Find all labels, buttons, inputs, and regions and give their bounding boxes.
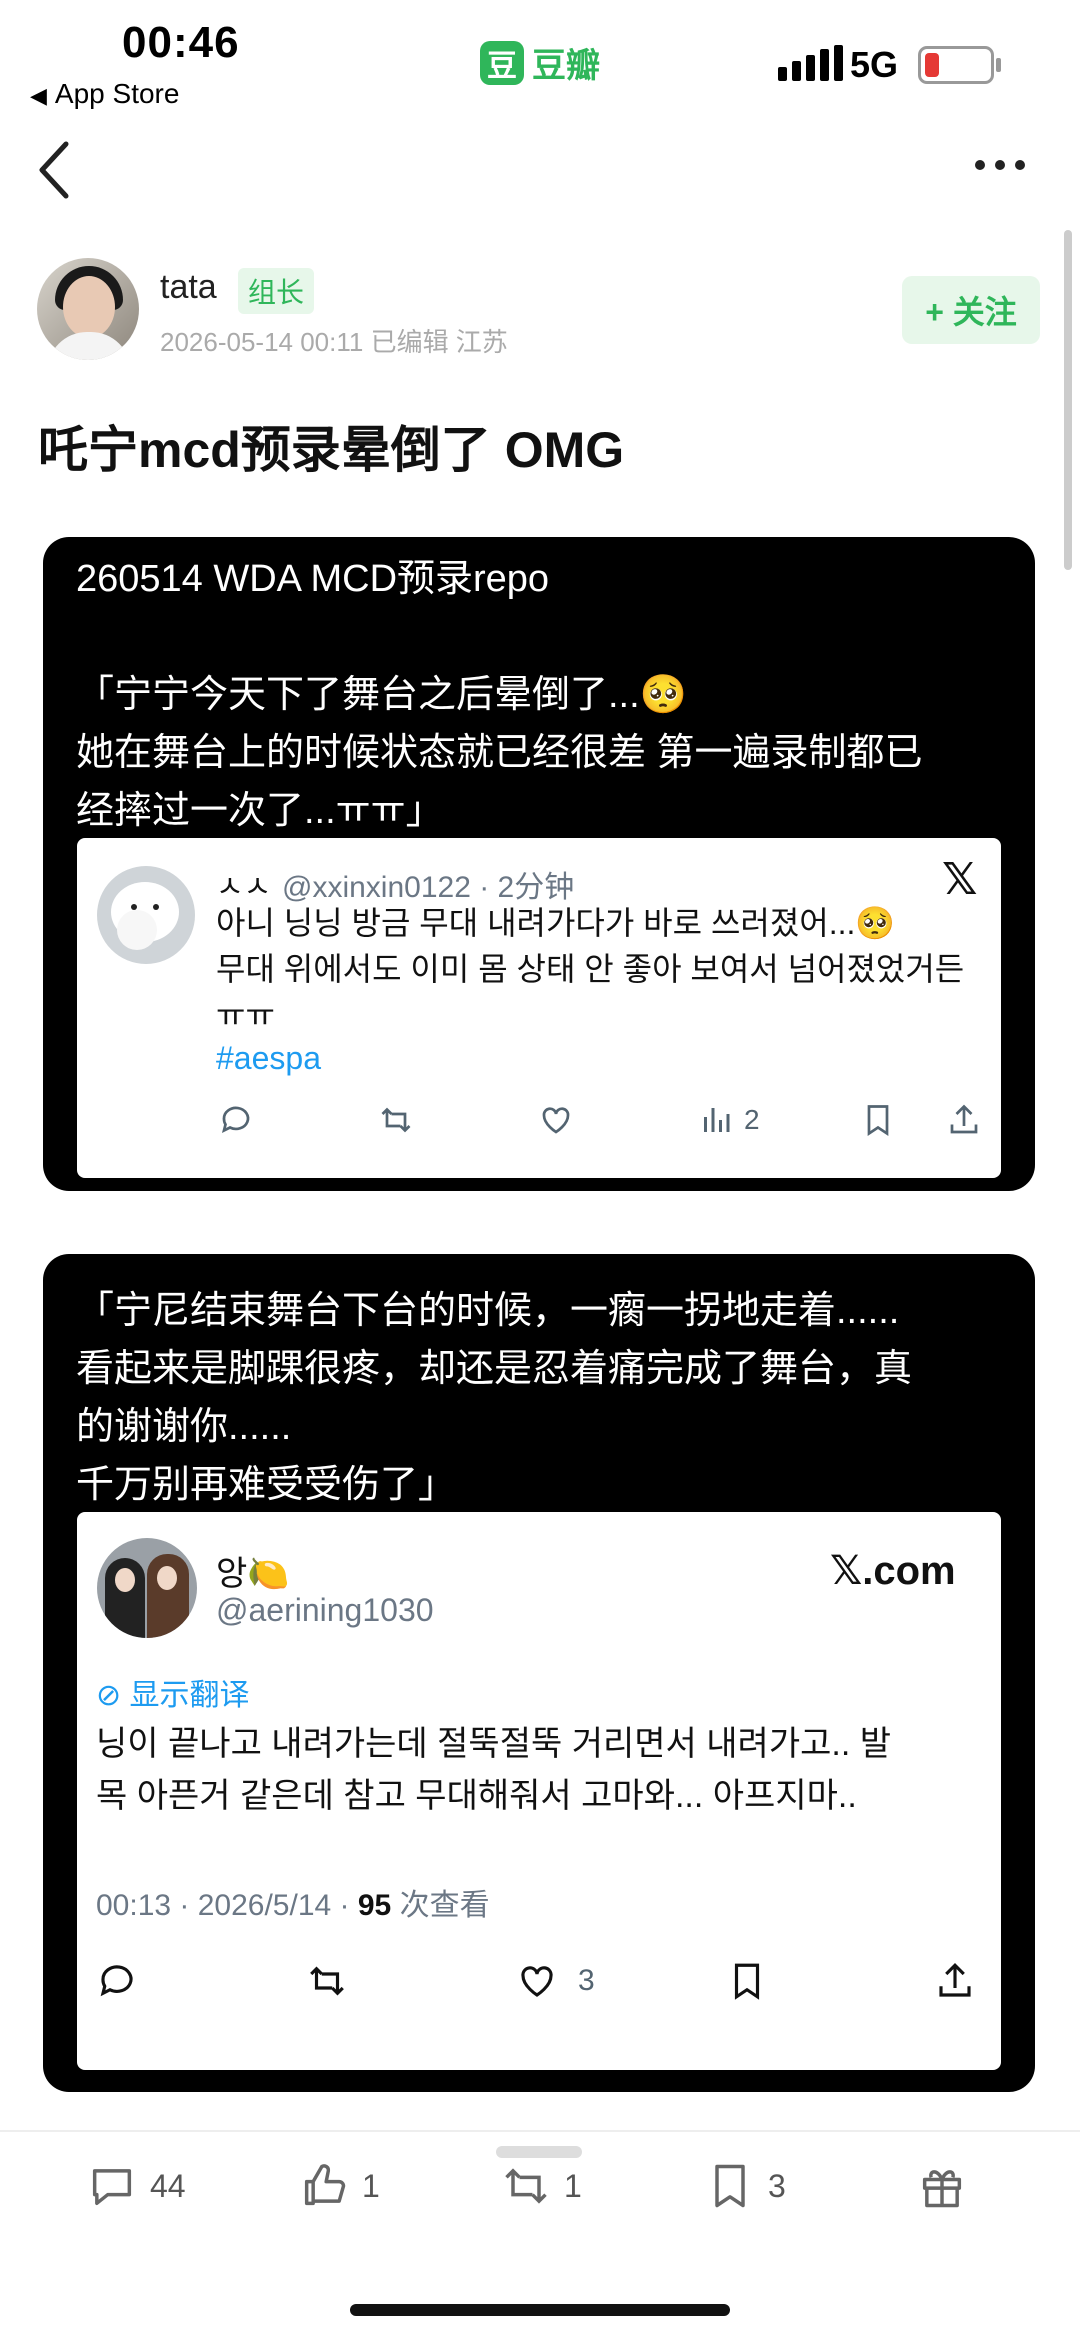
back-arrow-icon[interactable]	[36, 140, 72, 200]
more-options-icon[interactable]	[975, 160, 1025, 170]
tweet-2-like-count: 3	[578, 1964, 595, 1997]
author-avatar[interactable]	[37, 258, 139, 360]
tweet-1-hashtag: #aespa	[216, 1040, 321, 1076]
share-icon	[939, 1963, 971, 1997]
gift-icon	[922, 2170, 962, 2208]
tweet-2-meta: 00:13 · 2026/5/14 · 95 次查看	[96, 1880, 490, 1924]
reshare-count: 1	[564, 2167, 582, 2204]
reshare-button[interactable]: 1	[500, 2160, 582, 2212]
tweet-2-body: 닝이 끝나고 내려가는데 절뚝절뚝 거리면서 내려가고.. 발 목 아픈거 같은…	[96, 1725, 892, 1815]
retweet-icon	[381, 1107, 411, 1133]
gift-button[interactable]	[916, 2160, 968, 2212]
tweet-2-handle: @aerining1030	[216, 1592, 434, 1628]
back-app-label: App Store	[54, 78, 180, 109]
bottom-divider	[0, 2130, 1080, 2132]
x-logo-icon: 𝕏	[942, 855, 978, 904]
views-icon	[704, 1108, 730, 1132]
x-com-logo: 𝕏.com	[830, 1549, 956, 1593]
card-1-text: 260514 WDA MCD预录repo 「宁宁今天下了舞台之后晕倒了...🥺 …	[76, 558, 923, 832]
like-button[interactable]: 1	[298, 2160, 380, 2212]
like-icon	[542, 1107, 570, 1134]
like-icon	[521, 1966, 553, 1997]
status-time: 00:46	[122, 18, 240, 67]
translate-icon: ⊘	[96, 1679, 130, 1712]
comment-icon	[92, 2169, 132, 2206]
back-triangle-icon: ◀	[30, 83, 47, 108]
post-meta: 2026-05-14 00:11 已编辑 江苏	[160, 327, 508, 357]
home-indicator[interactable]	[350, 2304, 730, 2316]
bookmark-icon	[715, 2164, 745, 2208]
collect-button[interactable]: 3	[704, 2160, 786, 2212]
thumbs-up-icon	[304, 2164, 346, 2206]
tweet-2-views-label: 次查看	[391, 1889, 490, 1922]
drag-handle[interactable]	[496, 2146, 582, 2158]
card-2-text: 「宁尼结束舞台下台的时候，一瘸一拐地走着...... 看起来是脚踝很疼，却还是忍…	[76, 1290, 913, 1506]
comment-count: 44	[150, 2167, 186, 2204]
comment-button[interactable]: 44	[86, 2160, 186, 2212]
bookmark-icon	[867, 1105, 889, 1137]
signal-strength-icon	[778, 45, 843, 81]
tweet-1-body: 아니 닝닝 방금 무대 내려가다가 바로 쓰러졌어...🥺 무대 위에서도 이미…	[216, 905, 965, 1033]
network-type: 5G	[850, 44, 899, 85]
retweet-icon	[310, 1966, 344, 1996]
tweet-2-avatar	[97, 1538, 197, 1638]
author-name[interactable]: tata	[160, 268, 217, 307]
app-badge: 豆 豆瓣	[480, 38, 600, 87]
tweet-1-avatar	[97, 866, 195, 964]
like-count: 1	[362, 2167, 380, 2204]
tweet-2-name: 앙🍋	[216, 1555, 290, 1593]
battery-icon	[918, 46, 1001, 84]
app-name: 豆瓣	[532, 47, 600, 85]
tweet-2-time: 00:13 · 2026/5/14 ·	[96, 1889, 358, 1922]
post-title: 吒宁mcd预录晕倒了 OMG	[38, 422, 625, 478]
reply-icon	[100, 1965, 133, 1997]
reshare-icon	[505, 2168, 547, 2204]
group-leader-badge: 组长	[238, 268, 315, 314]
collect-count: 3	[768, 2167, 786, 2204]
back-to-app-link[interactable]: ◀ App Store	[30, 78, 179, 110]
translate-label: 显示翻译	[129, 1679, 250, 1712]
follow-button[interactable]: + 关注	[902, 276, 1040, 344]
translate-link: ⊘ 显示翻译	[96, 1670, 249, 1714]
share-icon	[950, 1104, 978, 1134]
bookmark-icon	[734, 1963, 760, 2000]
reply-icon	[221, 1106, 250, 1134]
scrollbar[interactable]	[1064, 230, 1072, 570]
tweet-2-views-count: 95	[357, 1889, 392, 1922]
tweet-1-views-count: 2	[744, 1104, 760, 1135]
douban-logo-icon: 豆	[480, 40, 524, 85]
